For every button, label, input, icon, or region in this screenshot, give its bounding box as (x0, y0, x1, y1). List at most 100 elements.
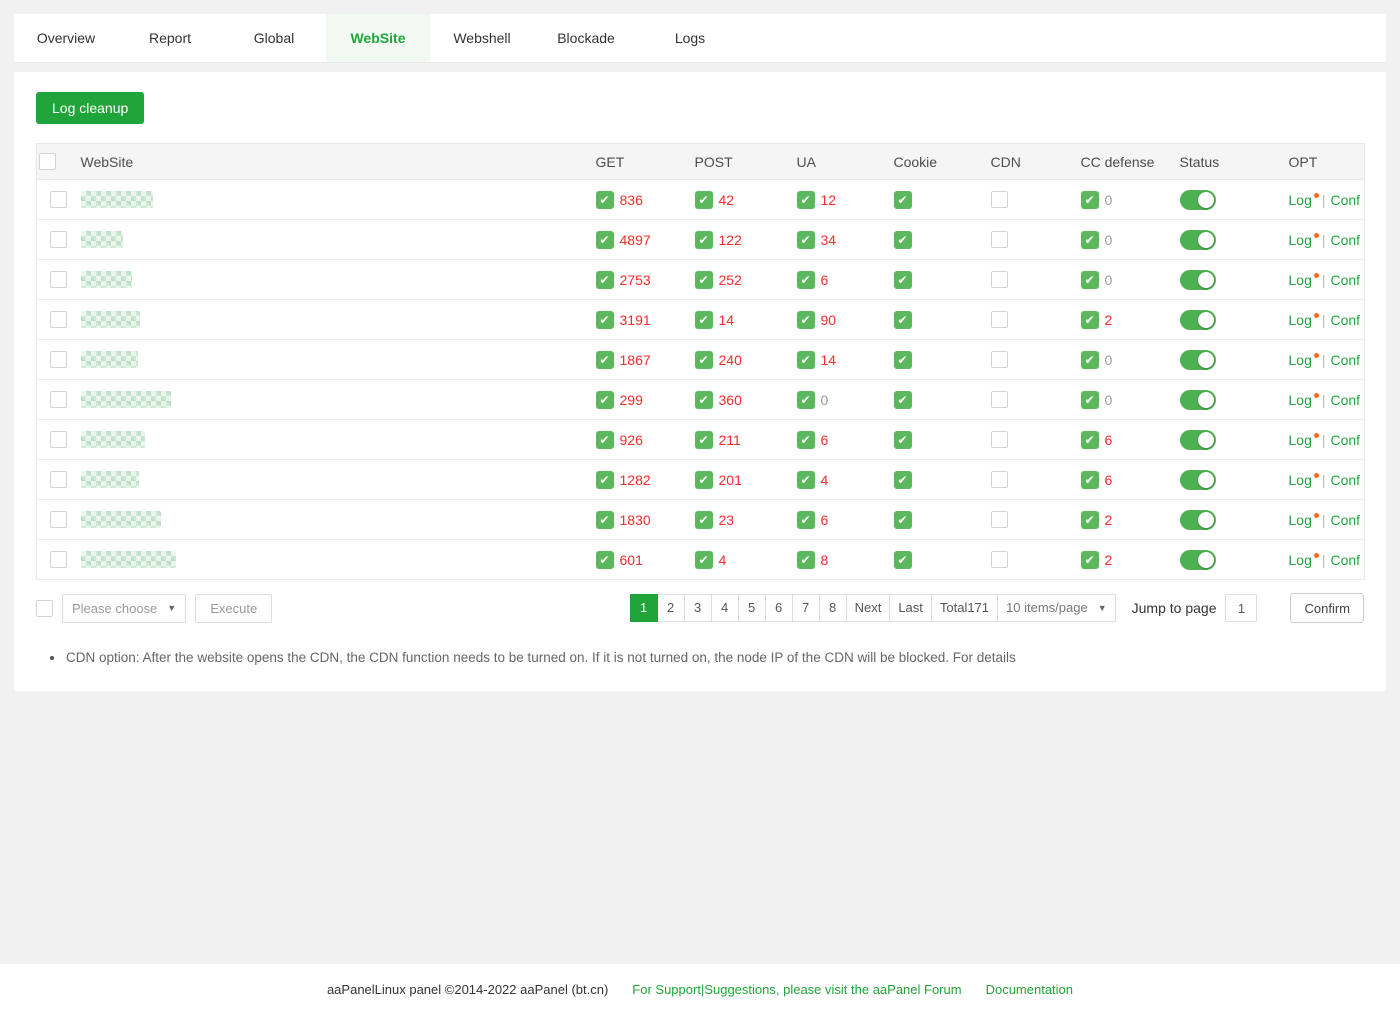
website-name-redacted[interactable] (81, 511, 161, 528)
post-check-icon[interactable]: ✔ (695, 351, 713, 369)
cdn-checkbox[interactable] (991, 511, 1008, 528)
ua-check-icon[interactable]: ✔ (797, 351, 815, 369)
bulk-select-checkbox[interactable] (36, 600, 53, 617)
conf-link[interactable]: Conf (1331, 432, 1361, 448)
cc-defense-check-icon[interactable]: ✔ (1081, 271, 1099, 289)
cookie-check-icon[interactable]: ✔ (894, 191, 912, 209)
website-name-redacted[interactable] (81, 431, 145, 448)
page-button-6[interactable]: 6 (765, 594, 793, 622)
post-check-icon[interactable]: ✔ (695, 311, 713, 329)
get-check-icon[interactable]: ✔ (596, 431, 614, 449)
row-checkbox[interactable] (50, 551, 67, 568)
ua-check-icon[interactable]: ✔ (797, 511, 815, 529)
row-checkbox[interactable] (50, 431, 67, 448)
post-check-icon[interactable]: ✔ (695, 551, 713, 569)
log-link[interactable]: Log (1289, 512, 1320, 528)
cc-defense-check-icon[interactable]: ✔ (1081, 391, 1099, 409)
get-check-icon[interactable]: ✔ (596, 471, 614, 489)
ua-check-icon[interactable]: ✔ (797, 311, 815, 329)
status-toggle[interactable] (1180, 390, 1216, 410)
status-toggle[interactable] (1180, 470, 1216, 490)
conf-link[interactable]: Conf (1331, 232, 1361, 248)
website-name-redacted[interactable] (81, 471, 139, 488)
row-checkbox[interactable] (50, 351, 67, 368)
items-per-page-select[interactable]: 10 items/page ▼ (997, 594, 1116, 622)
page-button-3[interactable]: 3 (684, 594, 712, 622)
website-name-redacted[interactable] (81, 271, 132, 288)
log-cleanup-button[interactable]: Log cleanup (36, 92, 144, 124)
log-link[interactable]: Log (1289, 472, 1320, 488)
website-name-redacted[interactable] (81, 311, 140, 328)
row-checkbox[interactable] (50, 231, 67, 248)
conf-link[interactable]: Conf (1331, 472, 1361, 488)
log-link[interactable]: Log (1289, 392, 1320, 408)
status-toggle[interactable] (1180, 430, 1216, 450)
website-name-redacted[interactable] (81, 391, 171, 408)
website-name-redacted[interactable] (81, 231, 123, 248)
cc-defense-check-icon[interactable]: ✔ (1081, 191, 1099, 209)
page-button-8[interactable]: 8 (819, 594, 847, 622)
cdn-checkbox[interactable] (991, 351, 1008, 368)
page-button-7[interactable]: 7 (792, 594, 820, 622)
page-button-4[interactable]: 4 (711, 594, 739, 622)
support-link[interactable]: For Support|Suggestions, please visit th… (632, 982, 961, 997)
get-check-icon[interactable]: ✔ (596, 271, 614, 289)
log-link[interactable]: Log (1289, 272, 1320, 288)
conf-link[interactable]: Conf (1331, 272, 1361, 288)
row-checkbox[interactable] (50, 511, 67, 528)
ua-check-icon[interactable]: ✔ (797, 431, 815, 449)
post-check-icon[interactable]: ✔ (695, 511, 713, 529)
log-link[interactable]: Log (1289, 192, 1320, 208)
cookie-check-icon[interactable]: ✔ (894, 351, 912, 369)
page-button-1[interactable]: 1 (630, 594, 658, 622)
cdn-checkbox[interactable] (991, 311, 1008, 328)
ua-check-icon[interactable]: ✔ (797, 391, 815, 409)
get-check-icon[interactable]: ✔ (596, 191, 614, 209)
cookie-check-icon[interactable]: ✔ (894, 551, 912, 569)
post-check-icon[interactable]: ✔ (695, 231, 713, 249)
conf-link[interactable]: Conf (1331, 312, 1361, 328)
get-check-icon[interactable]: ✔ (596, 351, 614, 369)
get-check-icon[interactable]: ✔ (596, 231, 614, 249)
cdn-checkbox[interactable] (991, 391, 1008, 408)
conf-link[interactable]: Conf (1331, 392, 1361, 408)
ua-check-icon[interactable]: ✔ (797, 471, 815, 489)
status-toggle[interactable] (1180, 310, 1216, 330)
last-page-button[interactable]: Last (889, 594, 932, 622)
log-link[interactable]: Log (1289, 552, 1320, 568)
confirm-button[interactable]: Confirm (1290, 593, 1364, 623)
log-link[interactable]: Log (1289, 352, 1320, 368)
cdn-checkbox[interactable] (991, 271, 1008, 288)
cdn-checkbox[interactable] (991, 471, 1008, 488)
log-link[interactable]: Log (1289, 232, 1320, 248)
post-check-icon[interactable]: ✔ (695, 191, 713, 209)
tab-blockade[interactable]: Blockade (534, 14, 638, 62)
cc-defense-check-icon[interactable]: ✔ (1081, 431, 1099, 449)
row-checkbox[interactable] (50, 471, 67, 488)
cookie-check-icon[interactable]: ✔ (894, 431, 912, 449)
ua-check-icon[interactable]: ✔ (797, 191, 815, 209)
conf-link[interactable]: Conf (1331, 352, 1361, 368)
conf-link[interactable]: Conf (1331, 552, 1361, 568)
status-toggle[interactable] (1180, 270, 1216, 290)
page-button-5[interactable]: 5 (738, 594, 766, 622)
tab-webshell[interactable]: Webshell (430, 14, 534, 62)
cc-defense-check-icon[interactable]: ✔ (1081, 551, 1099, 569)
cookie-check-icon[interactable]: ✔ (894, 271, 912, 289)
jump-page-input[interactable] (1225, 594, 1257, 622)
row-checkbox[interactable] (50, 271, 67, 288)
post-check-icon[interactable]: ✔ (695, 271, 713, 289)
status-toggle[interactable] (1180, 350, 1216, 370)
row-checkbox[interactable] (50, 391, 67, 408)
cookie-check-icon[interactable]: ✔ (894, 511, 912, 529)
select-all-checkbox[interactable] (39, 153, 56, 170)
status-toggle[interactable] (1180, 230, 1216, 250)
cc-defense-check-icon[interactable]: ✔ (1081, 471, 1099, 489)
get-check-icon[interactable]: ✔ (596, 391, 614, 409)
bulk-action-select[interactable]: Please choose ▼ (62, 594, 186, 623)
tab-global[interactable]: Global (222, 14, 326, 62)
tab-report[interactable]: Report (118, 14, 222, 62)
status-toggle[interactable] (1180, 550, 1216, 570)
get-check-icon[interactable]: ✔ (596, 511, 614, 529)
ua-check-icon[interactable]: ✔ (797, 231, 815, 249)
